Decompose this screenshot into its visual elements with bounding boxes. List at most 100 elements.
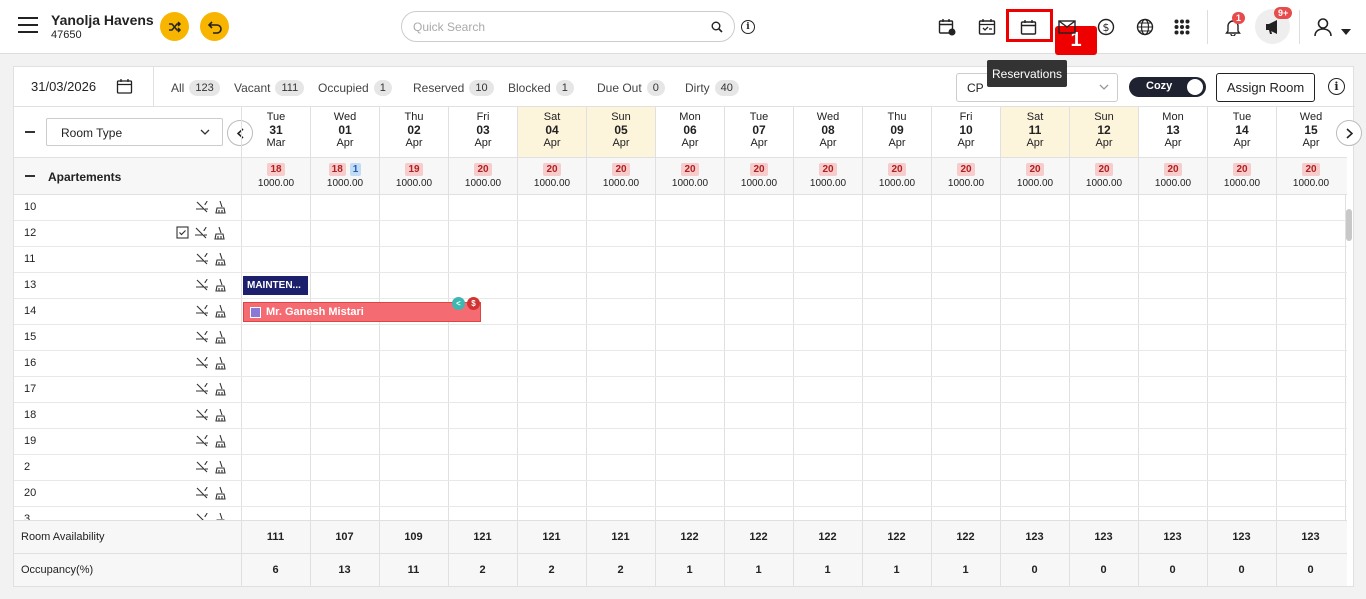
scrollbar[interactable]: [1346, 197, 1352, 557]
month: Apr: [1302, 137, 1320, 149]
rate-cell[interactable]: 20 1000.00: [793, 158, 862, 195]
rate-cell[interactable]: 20 1000.00: [931, 158, 1000, 195]
rate-cell[interactable]: 20 1000.00: [1276, 158, 1345, 195]
filter-chip-all[interactable]: All 123: [171, 80, 220, 96]
rate-cell[interactable]: 20 1000.00: [1000, 158, 1069, 195]
occupancy-value: 0: [1307, 564, 1314, 576]
housekeeping-icon[interactable]: [214, 512, 228, 520]
chip-count: 1: [373, 80, 392, 96]
day-number: 05: [614, 123, 628, 137]
month: Apr: [1026, 137, 1044, 149]
calendar-check-icon[interactable]: [975, 15, 999, 39]
filter-chip-dirty[interactable]: Dirty 40: [685, 80, 739, 96]
housekeeping-icon[interactable]: [214, 278, 228, 297]
cozy-toggle[interactable]: Cozy: [1129, 77, 1206, 97]
shuffle-icon[interactable]: [160, 12, 189, 41]
filter-chip-reserved[interactable]: Reserved 10: [413, 80, 494, 96]
availability-value: 123: [1094, 531, 1113, 543]
rate-cell[interactable]: 20 1000.00: [1138, 158, 1207, 195]
quick-search-input[interactable]: Quick Search: [401, 11, 735, 42]
undo-icon[interactable]: [200, 12, 229, 41]
inventory-count: 20: [612, 163, 630, 176]
month: Apr: [957, 137, 975, 149]
housekeeping-icon[interactable]: [214, 486, 228, 505]
calendar-add-icon[interactable]: [935, 15, 959, 39]
info-icon[interactable]: i: [741, 20, 755, 34]
occupancy-value: 11: [407, 564, 420, 576]
chevron-down-icon[interactable]: [1341, 22, 1351, 40]
mail-icon[interactable]: [1055, 15, 1079, 39]
next-dates-button[interactable]: [1336, 120, 1362, 146]
room-type-placeholder: Room Type: [61, 126, 123, 140]
date-column-header: Sat 11 Apr: [1000, 107, 1069, 157]
maintenance-block[interactable]: MAINTEN...: [243, 276, 308, 295]
rate-cell[interactable]: 20 1000.00: [517, 158, 586, 195]
inventory-count: 20: [1026, 163, 1044, 176]
dollar-icon[interactable]: $: [1094, 15, 1118, 39]
housekeeping-icon[interactable]: [214, 382, 228, 401]
divider: [153, 67, 154, 107]
reservation-bar[interactable]: Mr. Ganesh Mistari < $: [243, 297, 481, 322]
rate-cell[interactable]: 18 1 1000.00: [310, 158, 379, 195]
availability-value: 122: [680, 531, 699, 543]
rate-amount: 1000.00: [326, 178, 364, 189]
hotel-id: 47650: [51, 29, 82, 41]
filter-chip-occupied[interactable]: Occupied 1: [318, 80, 392, 96]
rate-amount: 1000.00: [533, 178, 571, 189]
housekeeping-icon[interactable]: [214, 408, 228, 427]
housekeeping-icon[interactable]: [214, 434, 228, 453]
rate-amount: 1000.00: [947, 178, 985, 189]
date-column-header: Fri 10 Apr: [931, 107, 1000, 157]
housekeeping-icon[interactable]: [214, 252, 228, 271]
housekeeping-icon[interactable]: [214, 356, 228, 375]
rate-cell[interactable]: 20 1000.00: [862, 158, 931, 195]
room-number: 15: [24, 331, 37, 343]
svg-text:$: $: [1103, 21, 1110, 34]
housekeeping-icon[interactable]: [214, 200, 228, 219]
rate-cell[interactable]: 20 1000.00: [586, 158, 655, 195]
room-number: 16: [24, 357, 37, 369]
menu-icon[interactable]: [18, 17, 38, 33]
filter-chip-due-out[interactable]: Due Out 0: [597, 80, 665, 96]
globe-icon[interactable]: [1133, 15, 1157, 39]
inventory-count: 20: [681, 163, 699, 176]
date-column-header: Sun 05 Apr: [586, 107, 655, 157]
filter-chip-blocked[interactable]: Blocked 1: [508, 80, 574, 96]
rate-cell[interactable]: 20 1000.00: [1207, 158, 1276, 195]
no-smoking-icon: [195, 278, 209, 297]
collapse-category-icon[interactable]: [25, 175, 35, 177]
housekeeping-icon[interactable]: [214, 304, 228, 323]
collapse-all-icon[interactable]: [25, 131, 35, 133]
calendar-icon[interactable]: [116, 78, 133, 100]
rate-amount: 1000.00: [1292, 178, 1330, 189]
assign-room-button[interactable]: Assign Room: [1216, 73, 1315, 102]
housekeeping-icon[interactable]: [214, 330, 228, 349]
room-type-select[interactable]: Room Type: [46, 118, 223, 146]
room-row: 18: [14, 403, 1347, 429]
rate-cell[interactable]: 20 1000.00: [1069, 158, 1138, 195]
rate-cell[interactable]: 20 1000.00: [724, 158, 793, 195]
occupancy-value: 0: [1031, 564, 1038, 576]
room-number: 19: [24, 435, 37, 447]
date-display[interactable]: 31/03/2026: [31, 79, 96, 94]
availability-value: 123: [1301, 531, 1320, 543]
rate-cell[interactable]: 19 1000.00: [379, 158, 448, 195]
housekeeping-icon[interactable]: [213, 226, 227, 245]
month: Mar: [266, 137, 286, 149]
apps-grid-icon[interactable]: [1170, 15, 1194, 39]
rate-cell[interactable]: 18 1000.00: [241, 158, 310, 195]
housekeeping-icon[interactable]: [214, 460, 228, 479]
top-bar: Yanolja Havens 47650 Quick Search i 1 $ …: [0, 0, 1366, 55]
no-smoking-icon: [195, 382, 209, 401]
room-type-header: Room Type: [14, 107, 253, 157]
filter-chip-vacant[interactable]: Vacant 111: [234, 80, 305, 96]
rate-cell[interactable]: 20 1000.00: [655, 158, 724, 195]
rate-cell[interactable]: 20 1000.00: [448, 158, 517, 195]
day-number: 02: [407, 123, 421, 137]
day-number: 13: [1166, 123, 1180, 137]
info-icon[interactable]: i: [1328, 78, 1345, 95]
checked-icon[interactable]: [176, 226, 189, 245]
user-icon[interactable]: [1311, 15, 1335, 39]
room-row: 15: [14, 325, 1347, 351]
occupancy-value: 0: [1169, 564, 1176, 576]
